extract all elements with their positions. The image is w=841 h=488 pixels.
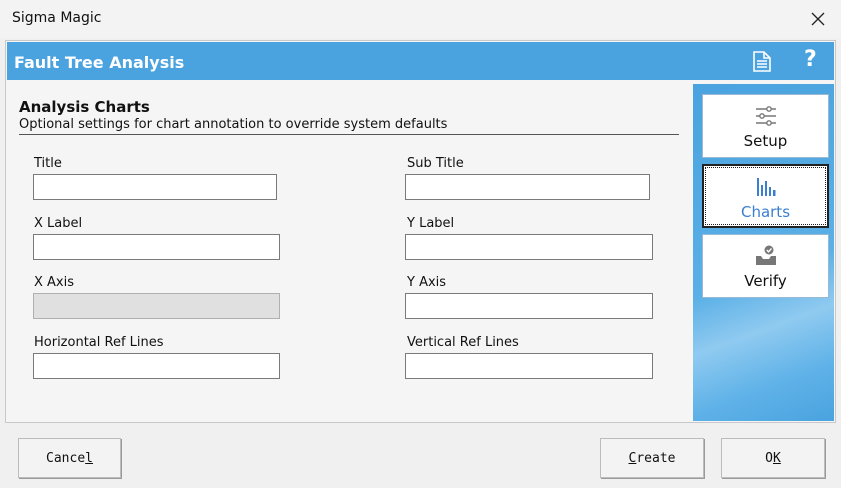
nav-charts-button[interactable]: Charts bbox=[702, 164, 829, 228]
xaxis-label: X Axis bbox=[34, 275, 75, 290]
settings-panel: Analysis Charts Optional settings for ch… bbox=[7, 84, 691, 421]
ok-button[interactable]: OK bbox=[721, 438, 825, 478]
subtitle-label: Sub Title bbox=[407, 156, 464, 171]
nav-verify-button[interactable]: Verify bbox=[702, 234, 829, 298]
ok-label-pre: O bbox=[765, 450, 773, 466]
create-label-post: reate bbox=[636, 450, 676, 466]
nav-setup-button[interactable]: Setup bbox=[702, 94, 829, 158]
module-title: Fault Tree Analysis bbox=[14, 53, 185, 72]
nav-verify-label: Verify bbox=[744, 272, 787, 290]
nav-charts-label: Charts bbox=[740, 203, 791, 221]
module-header: Fault Tree Analysis ? bbox=[7, 42, 834, 80]
xlabel-input[interactable] bbox=[33, 234, 280, 260]
xlabel-label: X Label bbox=[34, 216, 83, 231]
document-icon[interactable] bbox=[753, 51, 771, 77]
title-input[interactable] bbox=[33, 174, 277, 200]
vertical-ref-lines-label: Vertical Ref Lines bbox=[407, 335, 519, 350]
dialog-window: Sigma Magic Fault Tree Analysis ? Analys… bbox=[0, 0, 841, 488]
window-title: Sigma Magic bbox=[12, 10, 102, 26]
section-title: Analysis Charts bbox=[19, 98, 150, 116]
sliders-icon bbox=[754, 104, 778, 128]
horizontal-ref-lines-label: Horizontal Ref Lines bbox=[34, 335, 164, 350]
horizontal-ref-lines-input[interactable] bbox=[33, 353, 280, 379]
cancel-label-key: l bbox=[85, 450, 93, 466]
yaxis-input[interactable] bbox=[405, 293, 653, 319]
xaxis-input bbox=[33, 293, 280, 319]
vertical-ref-lines-input[interactable] bbox=[405, 353, 653, 379]
cancel-button[interactable]: Cance l bbox=[18, 438, 121, 478]
title-label: Title bbox=[34, 156, 62, 171]
section-subtitle: Optional settings for chart annotation t… bbox=[19, 117, 448, 132]
bar-chart-icon bbox=[754, 175, 778, 199]
ylabel-input[interactable] bbox=[405, 234, 653, 260]
ylabel-label: Y Label bbox=[407, 216, 455, 231]
cancel-label-pre: Cance bbox=[46, 450, 86, 466]
section-divider bbox=[19, 134, 679, 135]
nav-setup-label: Setup bbox=[743, 132, 788, 150]
close-button[interactable] bbox=[795, 0, 841, 38]
nav-sidebar: Setup Charts Verify bbox=[693, 84, 834, 421]
create-label-key: C bbox=[628, 450, 637, 466]
title-bar: Sigma Magic bbox=[0, 0, 841, 38]
subtitle-input[interactable] bbox=[405, 174, 650, 200]
help-icon[interactable]: ? bbox=[804, 47, 817, 72]
verify-icon bbox=[754, 244, 778, 268]
footer-bar bbox=[0, 424, 841, 488]
ok-label-key: K bbox=[773, 450, 781, 466]
yaxis-label: Y Axis bbox=[407, 275, 447, 290]
create-button[interactable]: Create bbox=[600, 438, 704, 478]
close-icon bbox=[811, 12, 825, 26]
